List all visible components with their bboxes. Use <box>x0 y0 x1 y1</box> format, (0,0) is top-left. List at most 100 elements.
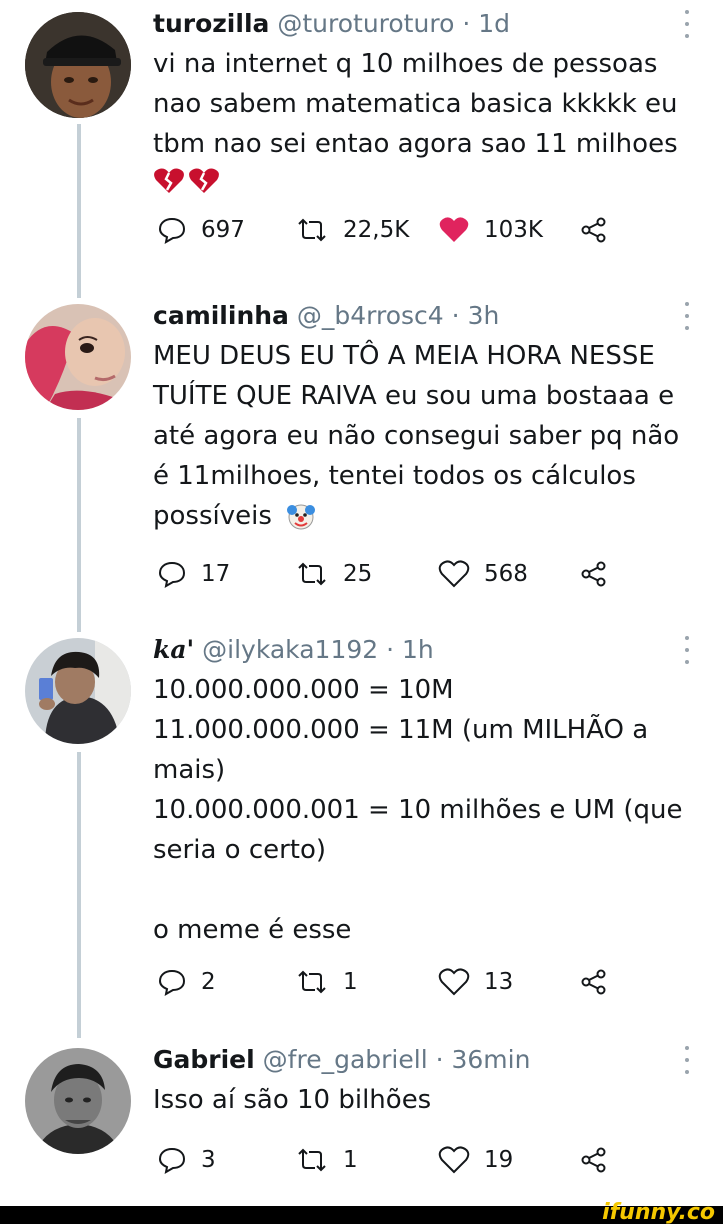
avatar[interactable] <box>25 1048 131 1154</box>
reply-count: 17 <box>201 561 231 587</box>
retweet-icon <box>298 1148 326 1172</box>
like-count: 103K <box>484 217 543 243</box>
tweet-header: Gabriel @fre_gabriell · 36min <box>153 1044 693 1076</box>
like-button[interactable]: 103K <box>438 210 543 250</box>
tweet-line: 10.000.000.000 = 10M <box>153 675 454 705</box>
display-name[interactable]: turozilla <box>153 9 269 38</box>
separator-dot: · <box>462 9 471 38</box>
like-count: 19 <box>484 1147 514 1173</box>
thread-line-3 <box>77 752 81 1038</box>
tweet[interactable]: camilinha @_b4rrosc4 · 3h MEU DEUS EU TÔ… <box>153 300 693 594</box>
retweet-button[interactable]: 22,5K <box>295 210 409 250</box>
tweet[interactable]: Gabriel @fre_gabriell · 36min Isso aí sã… <box>153 1044 693 1180</box>
tweet-text: MEU DEUS EU TÔ A MEIA HORA NESSE TUÍTE Q… <box>153 336 693 536</box>
tweet-line: mais) <box>153 755 226 785</box>
tweet-line: 11.000.000.000 = 11M (um MILHÃO a <box>153 715 649 745</box>
reply-count: 3 <box>201 1147 216 1173</box>
tweet-line: o meme é esse <box>153 915 352 945</box>
reply-icon <box>158 1147 186 1174</box>
heart-icon <box>439 217 469 242</box>
tweet[interactable]: ka' @ilykaka1192 · 1h 10.000.000.000 = 1… <box>153 634 693 1002</box>
retweet-button[interactable]: 1 <box>295 962 358 1002</box>
thread-line-2 <box>77 418 81 632</box>
avatar[interactable] <box>25 304 131 410</box>
heart-icon <box>438 560 470 588</box>
heart-icon <box>438 1146 470 1174</box>
display-name[interactable]: Gabriel <box>153 1045 255 1074</box>
share-button[interactable] <box>579 554 609 594</box>
reply-icon <box>158 217 186 244</box>
user-handle[interactable]: @fre_gabriell <box>263 1045 428 1074</box>
tweet-line <box>153 870 693 910</box>
tweet-line: MEU DEUS EU TÔ A MEIA HORA NESSE <box>153 341 655 371</box>
more-options-icon[interactable] <box>681 1046 693 1074</box>
tweet-text: Isso aí são 10 bilhões <box>153 1080 693 1120</box>
tweet-line: nao sabem matematica basica kkkkk eu <box>153 89 678 119</box>
like-button[interactable]: 19 <box>438 1140 513 1180</box>
reply-count: 2 <box>201 969 216 995</box>
separator-dot: · <box>451 301 460 330</box>
retweet-count: 22,5K <box>343 217 410 243</box>
tweet-actions: 17 25 568 <box>153 554 693 594</box>
tweet-line: 10.000.000.001 = 10 milhões e UM (que <box>153 795 683 825</box>
reply-button[interactable]: 697 <box>157 210 245 250</box>
broken-heart-emoji <box>153 166 693 196</box>
display-name[interactable]: camilinha <box>153 301 289 330</box>
share-icon <box>581 1147 606 1173</box>
tweet-line: é 11milhoes, tentei todos os cálculos <box>153 461 636 491</box>
tweet-actions: 697 22,5K 103K <box>153 210 693 250</box>
tweet-line: tbm nao sei entao agora sao 11 milhoes <box>153 129 678 159</box>
tweet-line: vi na internet q 10 milhoes de pessoas <box>153 49 658 79</box>
retweet-button[interactable]: 1 <box>295 1140 358 1180</box>
retweet-icon <box>298 970 326 994</box>
tweet-line: possíveis <box>153 496 693 536</box>
like-button[interactable]: 13 <box>438 962 513 1002</box>
retweet-icon <box>298 218 326 242</box>
tweet-line: seria o certo) <box>153 835 327 865</box>
timestamp[interactable]: 1d <box>478 9 510 38</box>
avatar[interactable] <box>25 638 131 744</box>
like-count: 568 <box>484 561 528 587</box>
thread-line-1 <box>77 124 81 298</box>
share-icon <box>581 561 606 587</box>
tweet[interactable]: turozilla @turoturoturo · 1d vi na inter… <box>153 8 693 250</box>
retweet-icon <box>298 562 326 586</box>
more-options-icon[interactable] <box>681 636 693 664</box>
timestamp[interactable]: 3h <box>468 301 500 330</box>
retweet-button[interactable]: 25 <box>295 554 372 594</box>
ifunny-watermark: ifunny.co <box>602 1200 715 1225</box>
avatar[interactable] <box>25 12 131 118</box>
separator-dot: · <box>435 1045 444 1074</box>
timestamp[interactable]: 1h <box>402 635 434 664</box>
user-handle[interactable]: @ilykaka1192 <box>202 635 378 664</box>
share-button[interactable] <box>579 1140 609 1180</box>
reply-icon <box>158 969 186 996</box>
like-count: 13 <box>484 969 514 995</box>
tweet-line: TUÍTE QUE RAIVA eu sou uma bostaaa e <box>153 381 675 411</box>
user-handle[interactable]: @_b4rrosc4 <box>297 301 444 330</box>
share-button[interactable] <box>579 962 609 1002</box>
display-name[interactable]: ka' <box>153 635 194 664</box>
reply-button[interactable]: 3 <box>157 1140 216 1180</box>
user-handle[interactable]: @turoturoturo <box>277 9 454 38</box>
timestamp[interactable]: 36min <box>452 1045 531 1074</box>
tweet-actions: 3 1 19 <box>153 1140 693 1180</box>
retweet-count: 25 <box>343 561 373 587</box>
reply-count: 697 <box>201 217 245 243</box>
tweet-line: Isso aí são 10 bilhões <box>153 1085 432 1115</box>
tweet-text: vi na internet q 10 milhoes de pessoas n… <box>153 44 693 164</box>
share-button[interactable] <box>579 210 609 250</box>
tweet-header: camilinha @_b4rrosc4 · 3h <box>153 300 693 332</box>
reply-icon <box>158 561 186 588</box>
reply-button[interactable]: 17 <box>157 554 230 594</box>
clown-emoji <box>286 504 315 530</box>
tweet-line-text: possíveis <box>153 501 272 531</box>
share-icon <box>581 217 606 243</box>
like-button[interactable]: 568 <box>438 554 528 594</box>
reply-button[interactable]: 2 <box>157 962 216 1002</box>
retweet-count: 1 <box>343 1147 358 1173</box>
separator-dot: · <box>386 635 395 664</box>
more-options-icon[interactable] <box>681 10 693 38</box>
tweet-header: turozilla @turoturoturo · 1d <box>153 8 693 40</box>
more-options-icon[interactable] <box>681 302 693 330</box>
